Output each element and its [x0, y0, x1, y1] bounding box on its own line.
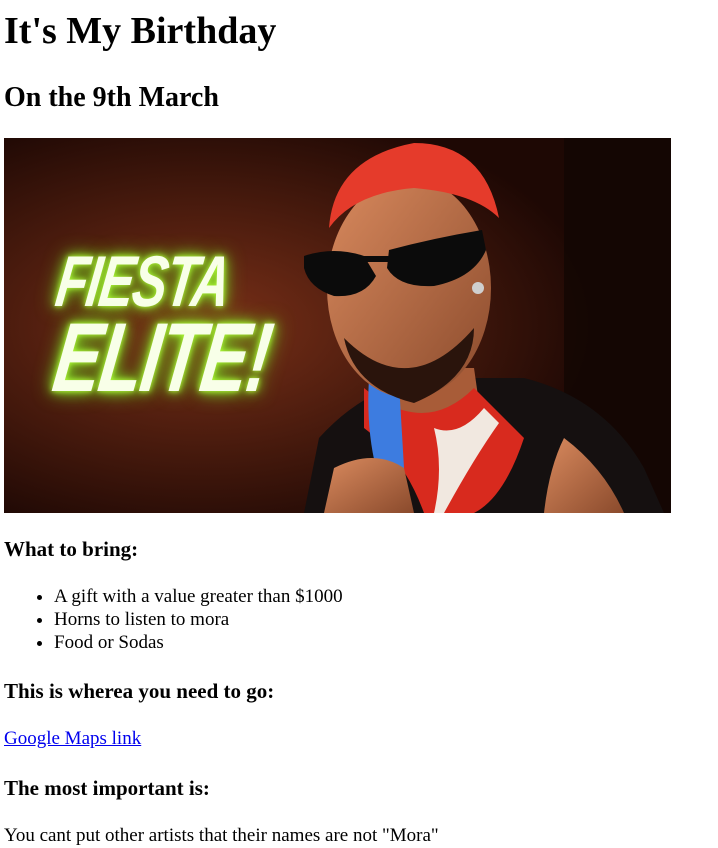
page-title: It's My Birthday: [4, 10, 277, 52]
party-banner-image: FIESTA ELITE!: [4, 138, 671, 513]
list-item: Horns to listen to mora: [54, 608, 718, 631]
location-paragraph: Google Maps link: [4, 703, 718, 751]
list-item: A gift with a value greater than $1000: [54, 585, 718, 608]
google-maps-link[interactable]: Google Maps link: [4, 728, 141, 749]
important-text: You cant put other artists that their na…: [4, 825, 439, 846]
location-heading: This is wherea you need to go:: [4, 679, 275, 703]
page: It's My Birthday On the 9th March FIESTA…: [0, 0, 718, 848]
important-heading: The most important is:: [4, 776, 210, 800]
fiesta-elite-logo: FIESTA ELITE!: [47, 242, 302, 412]
bring-heading: What to bring:: [4, 537, 139, 561]
bring-list: A gift with a value greater than $1000 H…: [4, 561, 718, 654]
list-item: Food or Sodas: [54, 631, 718, 654]
page-subtitle: On the 9th March: [4, 82, 219, 113]
banner-line-2: ELITE!: [47, 302, 278, 412]
